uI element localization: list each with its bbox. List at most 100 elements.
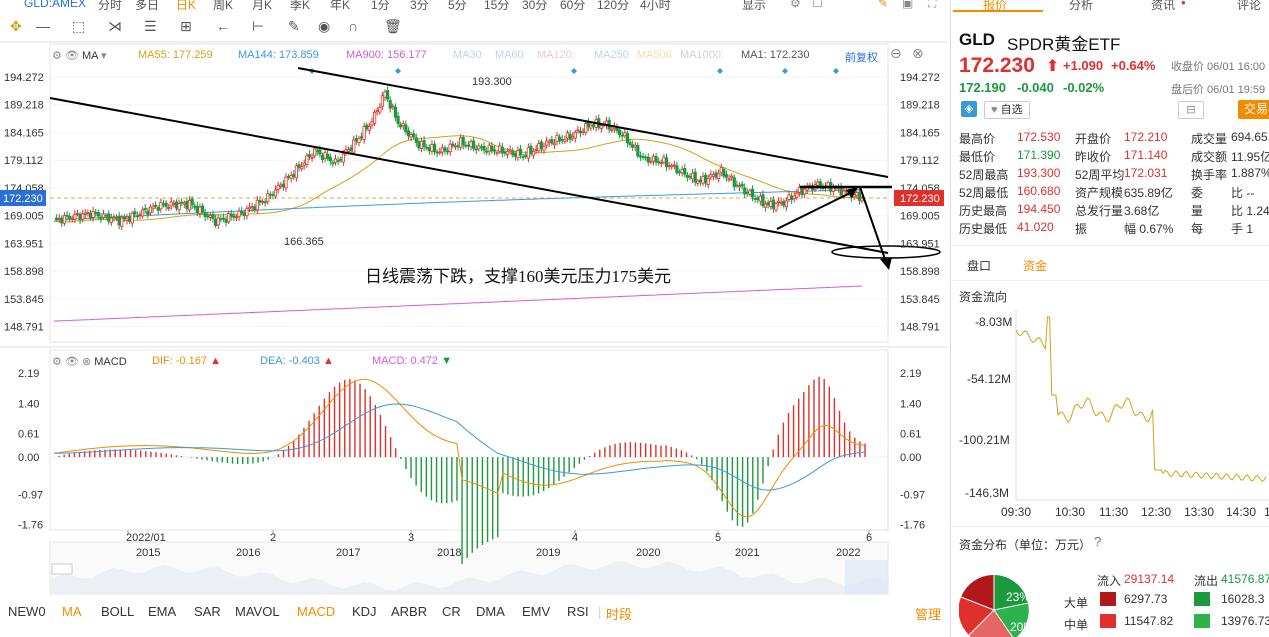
- period-tab[interactable]: 季K: [290, 0, 310, 13]
- candle-body: [250, 206, 254, 209]
- fib-tool-icon[interactable]: ⊢: [252, 18, 264, 35]
- period-tab[interactable]: 3分: [410, 0, 429, 13]
- outflow-value: 41576.87: [1221, 572, 1269, 586]
- fork-tool-icon[interactable]: ⋊: [108, 18, 122, 35]
- ind-macd[interactable]: MACD: [297, 604, 335, 619]
- period-tab[interactable]: 年K: [330, 0, 350, 13]
- candle-body: [247, 206, 252, 210]
- close-icon[interactable]: ⊗: [82, 356, 91, 368]
- tab-orderbook[interactable]: 盘口: [967, 257, 991, 274]
- more-icon[interactable]: ⊟: [1178, 101, 1204, 119]
- ind-session[interactable]: 时段: [606, 604, 632, 623]
- eye-icon[interactable]: 👁: [65, 356, 79, 368]
- flow-time: 11:30: [1099, 505, 1129, 519]
- period-tab[interactable]: 15分: [484, 0, 509, 13]
- period-tab[interactable]: 周K: [213, 0, 233, 13]
- flow-time: 16: [1264, 505, 1269, 519]
- help-icon[interactable]: ?: [1094, 534, 1101, 549]
- rect-tool-icon[interactable]: ⬚: [72, 18, 85, 35]
- swatch-medium-out: [1194, 614, 1210, 628]
- arrow-tool-icon[interactable]: ←: [216, 18, 230, 34]
- candle-body: [704, 174, 708, 184]
- candle-body: [732, 177, 736, 188]
- period-tab[interactable]: 月K: [252, 0, 272, 13]
- trash-icon[interactable]: 🗑: [384, 18, 402, 35]
- tab-news[interactable]: 资讯: [1151, 0, 1175, 13]
- kline-chart[interactable]: 2015 2016 2017 2018 2019 2020 2021 2022 194.272…: [0, 40, 948, 600]
- period-tab[interactable]: 4小时: [640, 0, 671, 13]
- eye-icon[interactable]: ◉: [318, 18, 330, 35]
- window-icon[interactable]: ☐: [812, 0, 823, 10]
- candle-body: [130, 212, 134, 224]
- text-tool-icon[interactable]: ☰: [144, 18, 157, 35]
- tag-icon[interactable]: ◈: [961, 101, 977, 117]
- settings-icon[interactable]: ⚙: [790, 0, 801, 10]
- ind-emv[interactable]: EMV: [522, 604, 550, 619]
- chevron-down-icon[interactable]: ▾: [101, 50, 107, 62]
- candle-body: [297, 164, 301, 169]
- candle-body: [414, 137, 418, 143]
- gear-icon[interactable]: ⚙: [52, 356, 62, 368]
- manage-button[interactable]: 管理: [915, 604, 941, 623]
- box-icon[interactable]: ▣: [902, 0, 913, 10]
- stat-label: 历史最低: [959, 222, 1008, 236]
- tab-comments[interactable]: 评论: [1237, 0, 1261, 13]
- ind-new0[interactable]: NEW0: [8, 604, 46, 619]
- ind-dma[interactable]: DMA: [476, 604, 505, 619]
- crosshair-icon[interactable]: ✥: [10, 18, 22, 35]
- fullscreen-icon[interactable]: ⛶: [928, 0, 936, 11]
- adjust-button[interactable]: 前复权: [845, 49, 878, 65]
- watchlist-button[interactable]: ♥ 自选: [984, 101, 1030, 119]
- candle-body: [636, 145, 640, 157]
- candle-body: [563, 138, 567, 142]
- candle-body: [427, 147, 431, 152]
- period-tab-active[interactable]: 日K: [176, 0, 196, 13]
- overview-year: 2021: [735, 547, 759, 559]
- line-tool-icon[interactable]: —: [36, 18, 50, 34]
- candle-body: [260, 201, 265, 203]
- candle-body: [187, 200, 192, 211]
- candle-body: [271, 194, 275, 196]
- pencil-icon[interactable]: ✎: [878, 0, 888, 10]
- candle-body: [445, 150, 450, 153]
- close-icon[interactable]: ⊗: [912, 45, 924, 62]
- display-menu[interactable]: 显示: [742, 0, 766, 13]
- measure-tool-icon[interactable]: ⊞: [180, 18, 192, 35]
- period-tab[interactable]: 多日: [135, 0, 159, 13]
- period-tab[interactable]: 5分: [448, 0, 467, 13]
- candle-body: [91, 210, 95, 218]
- period-tab[interactable]: 分时: [98, 0, 122, 13]
- period-tab[interactable]: 120分: [597, 0, 629, 13]
- minus-icon[interactable]: ⊖: [890, 45, 902, 62]
- candle-body: [117, 215, 121, 226]
- watchlist-label: 自选: [1000, 104, 1023, 116]
- trade-button[interactable]: 交易: [1238, 100, 1269, 119]
- candle-body: [177, 203, 181, 211]
- ind-boll[interactable]: BOLL: [101, 604, 134, 619]
- legend-ma60: MA60: [495, 49, 524, 61]
- macd-tick-left: 2.19: [18, 368, 39, 380]
- ind-kdj[interactable]: KDJ: [352, 604, 377, 619]
- period-tab[interactable]: 60分: [560, 0, 585, 13]
- candle-body: [693, 171, 697, 183]
- ind-rsi[interactable]: RSI: [567, 604, 589, 619]
- tab-analysis[interactable]: 分析: [1069, 0, 1093, 13]
- tab-funds[interactable]: 资金: [1023, 257, 1047, 274]
- symbol-label[interactable]: GLD:AMEX: [24, 0, 86, 10]
- ind-arbr[interactable]: ARBR: [391, 604, 427, 619]
- ind-ema[interactable]: EMA: [148, 604, 176, 619]
- gear-icon[interactable]: ⚙: [52, 50, 62, 62]
- candle-body: [498, 145, 502, 152]
- eye-icon[interactable]: 👁: [65, 50, 79, 62]
- ind-cr[interactable]: CR: [442, 604, 461, 619]
- period-tab[interactable]: 1分: [371, 0, 390, 13]
- magnet-icon[interactable]: ∩: [348, 18, 358, 34]
- candle-body: [276, 184, 280, 190]
- ind-ma[interactable]: MA: [62, 604, 82, 619]
- brush-tool-icon[interactable]: ✎: [288, 18, 300, 35]
- down-arrowhead: [880, 257, 892, 270]
- candle-body: [774, 203, 778, 211]
- ind-sar[interactable]: SAR: [194, 604, 221, 619]
- period-tab[interactable]: 30分: [522, 0, 547, 13]
- ind-mavol[interactable]: MAVOL: [235, 604, 280, 619]
